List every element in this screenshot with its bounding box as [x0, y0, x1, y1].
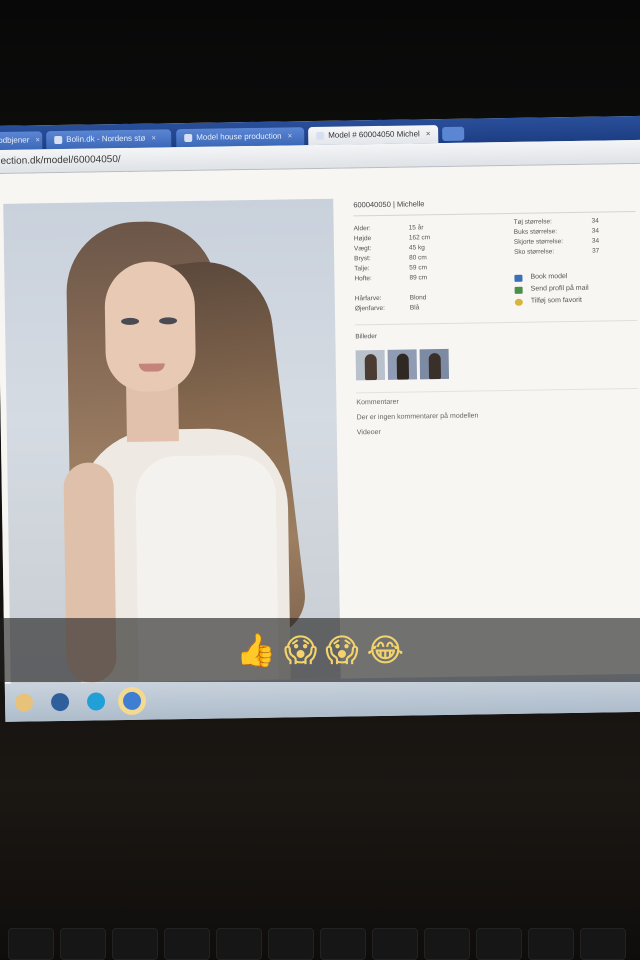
- keyboard-key: [216, 928, 262, 960]
- keyboard-key: [424, 928, 470, 960]
- face-shape: [104, 260, 197, 393]
- keyboard-key: [320, 928, 366, 960]
- keyboard-key: [528, 928, 574, 960]
- size-row: Sko størrelse: 37: [514, 246, 634, 258]
- comments-heading: Kommentarer: [356, 387, 639, 407]
- stat-value: 162 cm: [408, 234, 431, 242]
- skype-icon[interactable]: [86, 692, 106, 711]
- browser-tab-3[interactable]: Model house production ×: [176, 127, 305, 148]
- model-profile-page: 600040050 | Michelle Alder: 15 år Højde 16…: [0, 163, 640, 684]
- thumbs-up-emoji: 👍: [236, 631, 276, 669]
- stat-value: 15 år: [408, 224, 424, 232]
- feature-value: Blå: [409, 304, 420, 312]
- thumbnail[interactable]: [355, 349, 386, 381]
- calendar-icon: [514, 274, 523, 282]
- keyboard-key: [476, 928, 522, 960]
- emoji-caption-strip: 👍 😱 😱 😂: [0, 618, 640, 682]
- images-section: Billeder: [355, 319, 639, 381]
- feature-value: Blond: [409, 294, 427, 302]
- stat-value: 45 kg: [408, 244, 425, 252]
- tab-label: Model # 60004050 Michel: [328, 129, 420, 140]
- mouth-shape: [138, 363, 165, 372]
- screaming-face-emoji: 😱: [283, 631, 318, 669]
- favicon-icon: [184, 133, 193, 142]
- folder-icon[interactable]: [14, 693, 34, 712]
- favicon-icon: [54, 135, 63, 144]
- app-icon[interactable]: [50, 692, 70, 712]
- browser-tab-active[interactable]: Model # 60004050 Michel ×: [308, 125, 439, 146]
- size-label: Sko størrelse:: [513, 248, 555, 256]
- no-comments-text: Der er ingen kommentarer på modellen: [356, 412, 479, 422]
- browser-icon[interactable]: [122, 691, 142, 711]
- feature-label: Øjenfarve:: [354, 304, 385, 313]
- size-value: 34: [591, 237, 600, 245]
- size-value: 34: [591, 217, 599, 225]
- keyboard-key: [8, 928, 54, 960]
- images-heading: Billeder: [355, 333, 378, 341]
- videos-heading: Videoer: [356, 428, 381, 437]
- tab-close-icon[interactable]: ×: [151, 133, 156, 142]
- keyboard-key: [580, 928, 626, 960]
- tab-close-icon[interactable]: ×: [288, 131, 293, 140]
- browser-tab-1[interactable]: odbjener ×: [0, 131, 43, 151]
- thumbnail[interactable]: [387, 349, 418, 380]
- tab-close-icon[interactable]: ×: [35, 135, 40, 144]
- sizes-and-actions: Tøj størrelse: 34 Buks størrelse: 34 Skjor…: [514, 216, 635, 308]
- profile-info-panel: 600040050 | Michelle Alder: 15 år Højde 16…: [353, 195, 639, 437]
- browser-tab-2[interactable]: Bolin.dk - Nordens stø ×: [46, 129, 172, 150]
- tab-label: Model house production: [196, 131, 282, 142]
- tab-label: odbjener: [0, 135, 30, 145]
- keyboard-key: [112, 928, 158, 960]
- action-label: Tilføj som favorit: [530, 296, 582, 305]
- action-label: Send profil på mail: [530, 284, 589, 293]
- stat-value: 89 cm: [409, 274, 428, 282]
- action-list: Book model Send profil på mail Tilføj so…: [514, 270, 635, 308]
- tab-close-icon[interactable]: ×: [426, 129, 431, 138]
- eye-shape: [159, 317, 178, 325]
- photo-of-laptop-screen: odbjener × Bolin.dk - Nordens stø × Model …: [0, 0, 640, 960]
- keyboard-row: [0, 928, 640, 960]
- tears-of-joy-emoji: 😂: [366, 631, 404, 669]
- keyboard-key: [268, 928, 314, 960]
- profile-header: 600040050 | Michelle: [353, 195, 636, 217]
- keyboard-key: [60, 928, 106, 960]
- stat-label: Hofte:: [354, 275, 372, 283]
- keyboard-key: [164, 928, 210, 960]
- star-icon: [514, 298, 523, 306]
- add-favorite-link[interactable]: Tilføj som favorit: [514, 294, 635, 308]
- image-thumbnails: [355, 346, 638, 381]
- size-value: 37: [591, 247, 600, 255]
- stat-value: 59 cm: [409, 264, 428, 272]
- mail-icon: [514, 286, 523, 294]
- size-value: 34: [591, 227, 600, 235]
- url-text: ection.dk/model/60004050/: [0, 154, 121, 167]
- keyboard-key: [372, 928, 418, 960]
- thumbnail[interactable]: [419, 348, 450, 380]
- eye-shape: [121, 317, 140, 326]
- action-label: Book model: [530, 273, 568, 281]
- model-photo: [3, 198, 341, 684]
- tab-label: Bolin.dk - Nordens stø: [66, 133, 146, 144]
- favicon-icon: [316, 131, 325, 140]
- screaming-face-emoji: 😱: [325, 631, 359, 669]
- stat-value: 80 cm: [409, 254, 427, 262]
- new-tab-button[interactable]: [442, 126, 465, 141]
